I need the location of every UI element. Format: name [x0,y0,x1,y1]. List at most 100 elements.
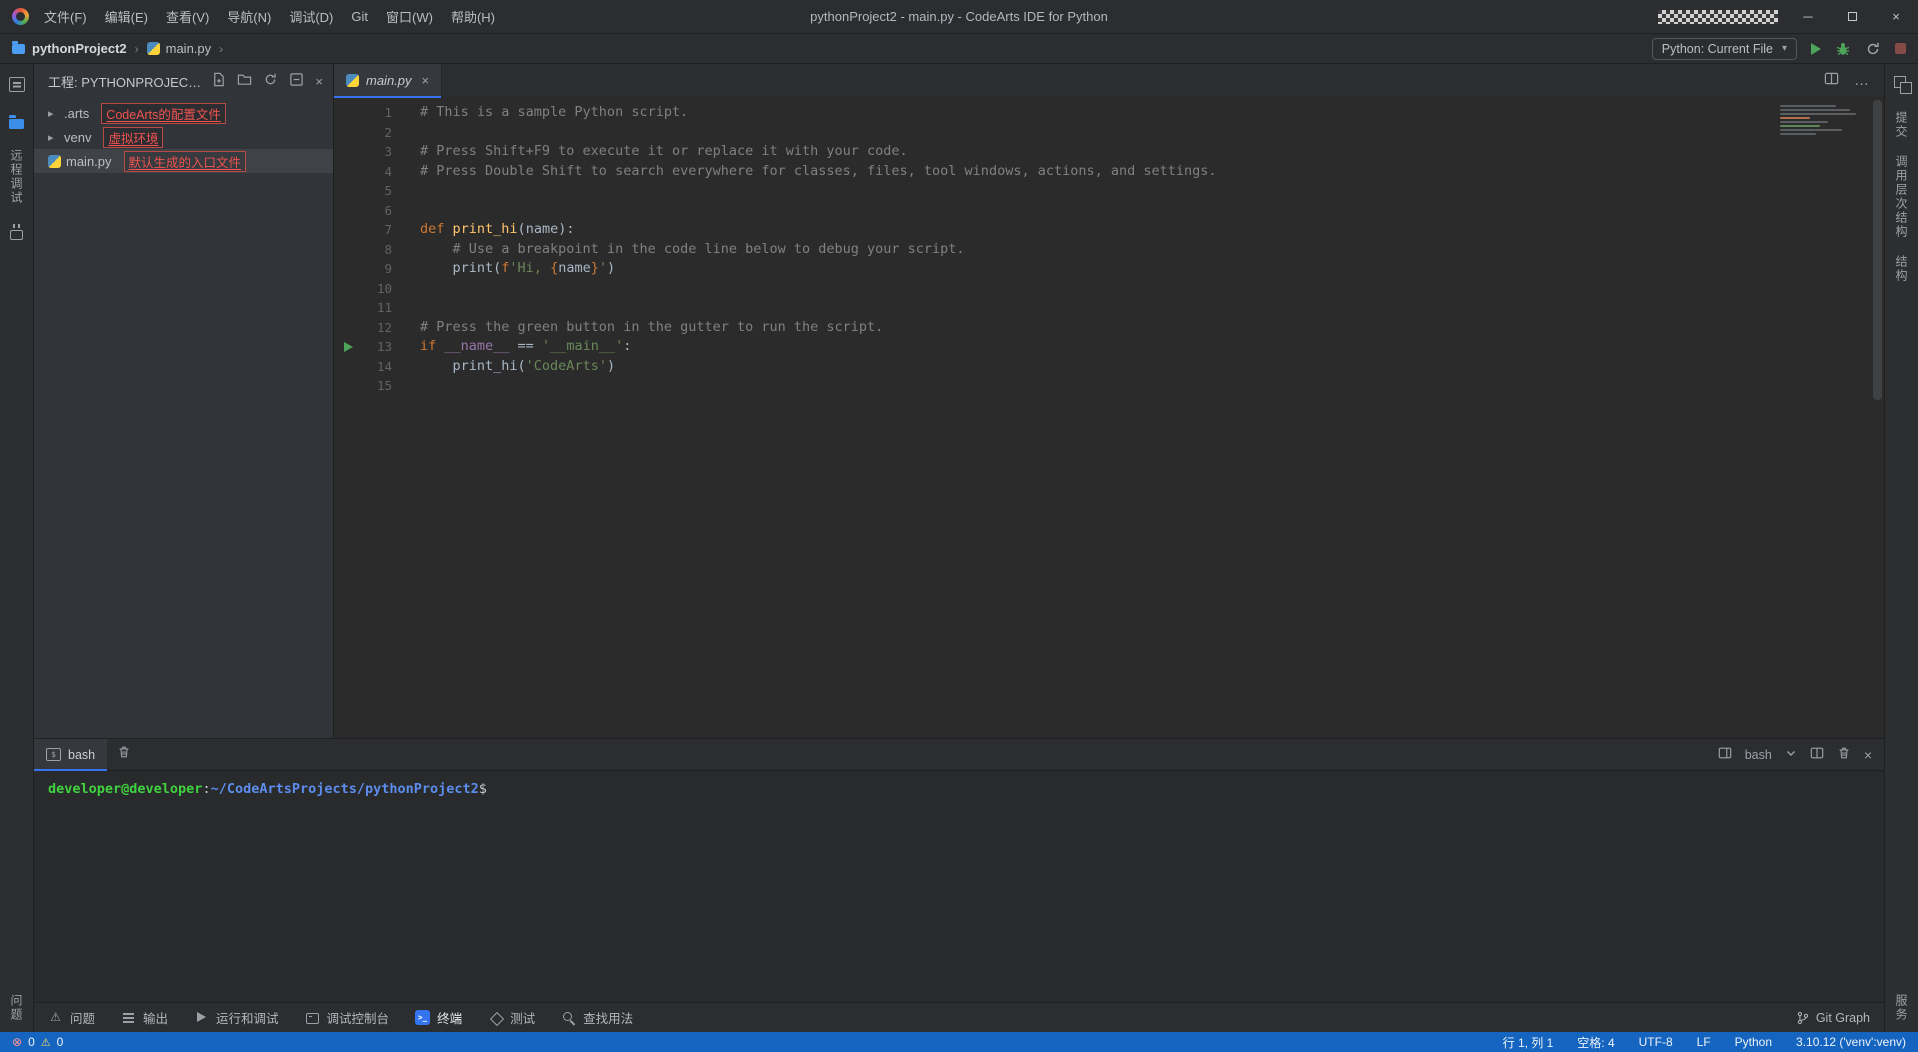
panel-tab-console[interactable]: 调试控制台 [305,1008,389,1027]
menu-item[interactable]: 文件(F) [35,3,96,30]
hide-panel-button[interactable]: × [315,74,323,89]
gutter[interactable]: 10 [334,279,412,299]
status-segment[interactable]: UTF-8 [1639,1035,1673,1049]
token: ) [606,357,616,374]
menu-item[interactable]: 窗口(W) [377,3,442,30]
chevron-right-icon[interactable]: ▸ [48,131,64,144]
menu-item[interactable]: 导航(N) [218,3,280,30]
gutter[interactable]: 11 [334,298,412,318]
terminal-panel: $ bash bash × developer@developer:~/Code… [34,738,1884,1002]
tool-structure[interactable]: 结构 [1893,255,1910,283]
explorer-icon[interactable] [5,111,29,133]
run-button[interactable] [1811,42,1821,55]
menu-item[interactable]: 帮助(H) [442,3,504,30]
new-folder-button[interactable] [237,72,252,90]
split-editor-button[interactable] [1824,71,1839,91]
gutter[interactable]: 3 [334,142,412,162]
delete-terminal-button[interactable] [1837,746,1851,763]
project-panel-actions: × [211,72,323,90]
panel-tab-warn[interactable]: ⚠ 问题 [48,1008,95,1027]
kill-terminal-button[interactable] [117,745,131,764]
code-line: 1 # This is a sample Python script. [334,103,1884,123]
new-file-icon [214,72,225,87]
gutter[interactable]: 7 [334,220,412,240]
problems-summary[interactable]: ⊗ 0 ⚠ 0 [12,1035,63,1049]
minimap[interactable] [1780,105,1858,135]
tool-problems[interactable]: 问题 [8,994,25,1022]
close-panel-button[interactable]: × [1864,747,1872,763]
menu-item[interactable]: Git [342,5,377,28]
stop-button[interactable] [1895,43,1906,54]
close-button[interactable]: × [1882,5,1910,29]
editor-scrollbar-thumb[interactable] [1873,100,1882,400]
bottom-tool-tabs: ⚠ 问题 输出 运行和调试 调试控制台 >_ 终端 测试 查找用法 Git Graph [34,1002,1884,1032]
gutter[interactable]: 5 [334,181,412,201]
terminal-profile-dropdown[interactable] [1785,747,1797,762]
gutter[interactable]: 9 [334,259,412,279]
minimize-button[interactable]: ─ [1794,5,1822,29]
status-segment[interactable]: 行 1, 列 1 [1503,1034,1554,1051]
gutter[interactable]: 8 [334,240,412,260]
tool-call-hierarchy[interactable]: 调用层次结构 [1893,155,1910,239]
gutter[interactable]: 13 [334,337,412,357]
gutter[interactable]: 4 [334,162,412,182]
breadcrumb-file[interactable]: main.py [166,41,212,56]
status-segment[interactable]: LF [1697,1035,1711,1049]
gutter[interactable]: 6 [334,201,412,221]
panel-tab-output[interactable]: 输出 [121,1008,168,1027]
run-config-selector[interactable]: Python: Current File ▾ [1651,37,1797,60]
git-graph-button[interactable]: Git Graph [1796,1011,1870,1025]
window-title: pythonProject2 - main.py - CodeArts IDE … [810,9,1108,24]
debug-button[interactable] [1835,41,1851,57]
tree-item-arts[interactable]: ▸ .arts CodeArts的配置文件 [34,101,333,125]
token: 'Hi, [509,260,551,276]
menu-item[interactable]: 编辑(E) [96,3,157,30]
status-segment[interactable]: Python [1735,1035,1772,1049]
tool-remote-debug[interactable]: 远程调试 [8,149,25,205]
panel-tab-terminal[interactable]: >_ 终端 [415,1008,462,1027]
tab-close-icon[interactable]: × [422,73,430,88]
breadcrumb-project[interactable]: pythonProject2 [32,41,127,56]
terminal-tab-bash[interactable]: $ bash [34,738,108,771]
terminal-output[interactable]: developer@developer:~/CodeArtsProjects/p… [34,771,1884,1002]
project-tool-icon[interactable] [5,73,29,95]
run-line-icon[interactable] [344,341,353,352]
token: __name__ [444,338,510,354]
editor-scrollbar[interactable] [1871,98,1884,738]
code-line: 3 # Press Shift+F9 to execute it or repla… [334,142,1884,162]
refresh-button[interactable] [263,72,278,90]
plugin-icon[interactable] [5,221,29,243]
tool-commit[interactable]: 提交 [1893,111,1910,139]
menu-item[interactable]: 调试(D) [280,3,342,30]
tree-item-main-py[interactable]: main.py 默认生成的入口文件 [34,149,333,173]
gutter[interactable]: 1 [334,103,412,123]
panel-tab-run[interactable]: 运行和调试 [194,1008,279,1027]
split-terminal-button[interactable] [1810,746,1824,763]
new-file-button[interactable] [211,72,226,90]
gutter[interactable]: 2 [334,123,412,143]
editor-tab-main-py[interactable]: main.py × [334,63,443,98]
layers-icon[interactable] [1890,73,1914,95]
gutter[interactable]: 14 [334,357,412,377]
chevron-right-icon[interactable]: ▸ [48,107,64,120]
panel-tab-test[interactable]: 测试 [488,1008,535,1027]
menu-item[interactable]: 查看(V) [157,3,218,30]
trash-icon [119,746,129,758]
breadcrumb-chevron-icon: › [134,41,139,56]
line-number: 13 [376,339,392,354]
terminal-profile-label[interactable]: bash [1745,748,1772,762]
code-text: # Press Double Shift to search everywher… [420,162,1217,182]
collapse-all-button[interactable] [289,72,304,90]
tool-services[interactable]: 服务 [1893,994,1910,1022]
restart-button[interactable] [1865,41,1881,57]
gutter[interactable]: 12 [334,318,412,338]
minimap-line [1780,129,1842,131]
tree-item-venv[interactable]: ▸ venv 虚拟环境 [34,125,333,149]
gutter[interactable]: 15 [334,376,412,396]
status-segment[interactable]: 3.10.12 ('venv':venv) [1796,1035,1906,1049]
status-segment[interactable]: 空格: 4 [1577,1034,1614,1051]
code-editor[interactable]: 1 # This is a sample Python script. 2 3 # Pr… [334,98,1884,738]
editor-more-actions-button[interactable]: … [1854,72,1870,89]
panel-tab-search[interactable]: 查找用法 [561,1008,633,1027]
maximize-button[interactable] [1838,5,1866,29]
